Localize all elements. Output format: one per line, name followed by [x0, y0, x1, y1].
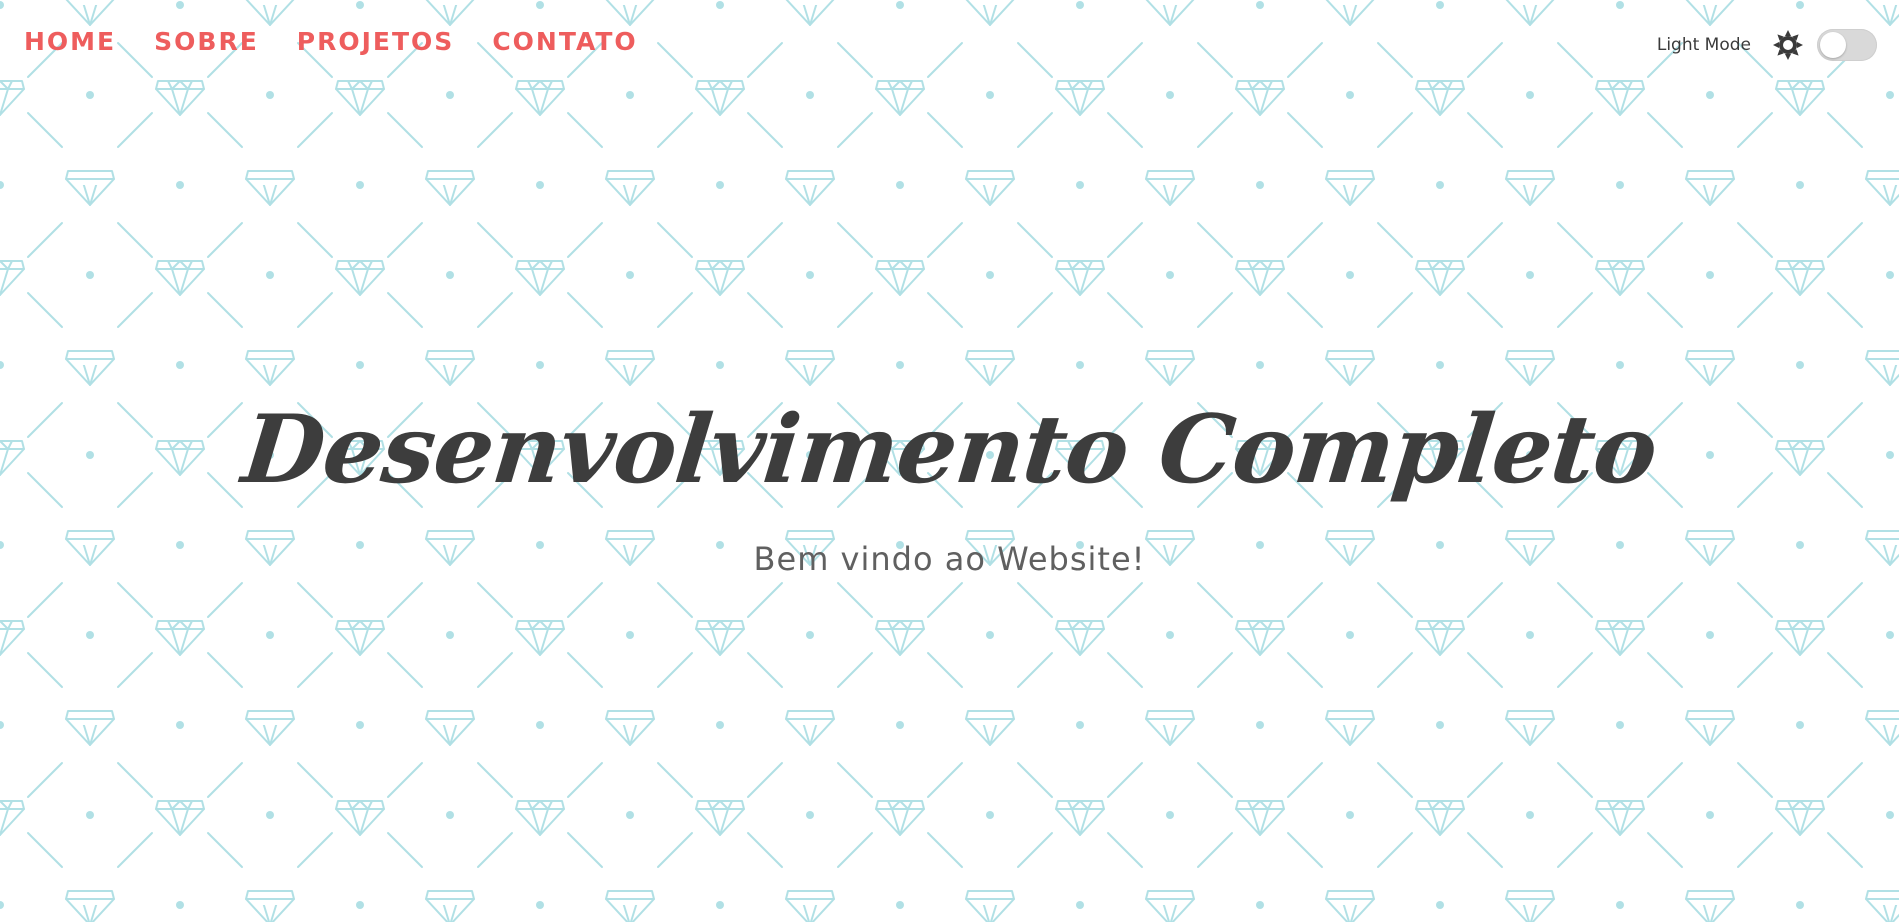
theme-toggle[interactable]	[1817, 29, 1877, 61]
nav-link-sobre[interactable]: SOBRE	[154, 26, 259, 58]
nav-link-projetos[interactable]: PROJETOS	[297, 26, 455, 58]
hero-subtitle: Bem vindo ao Website!	[753, 540, 1146, 578]
nav-link-contato[interactable]: CONTATO	[492, 26, 637, 58]
toggle-knob	[1820, 32, 1846, 58]
hero-title: Desenvolvimento Completo	[237, 395, 1662, 505]
theme-switcher: Light Mode	[1657, 28, 1877, 62]
theme-mode-label: Light Mode	[1656, 35, 1751, 55]
hero-section: Desenvolvimento Completo Bem vindo ao We…	[0, 390, 1899, 578]
main-nav: HOME SOBRE PROJETOS CONTATO	[24, 26, 638, 58]
nav-link-home[interactable]: HOME	[24, 26, 116, 58]
sun-icon	[1771, 28, 1805, 62]
